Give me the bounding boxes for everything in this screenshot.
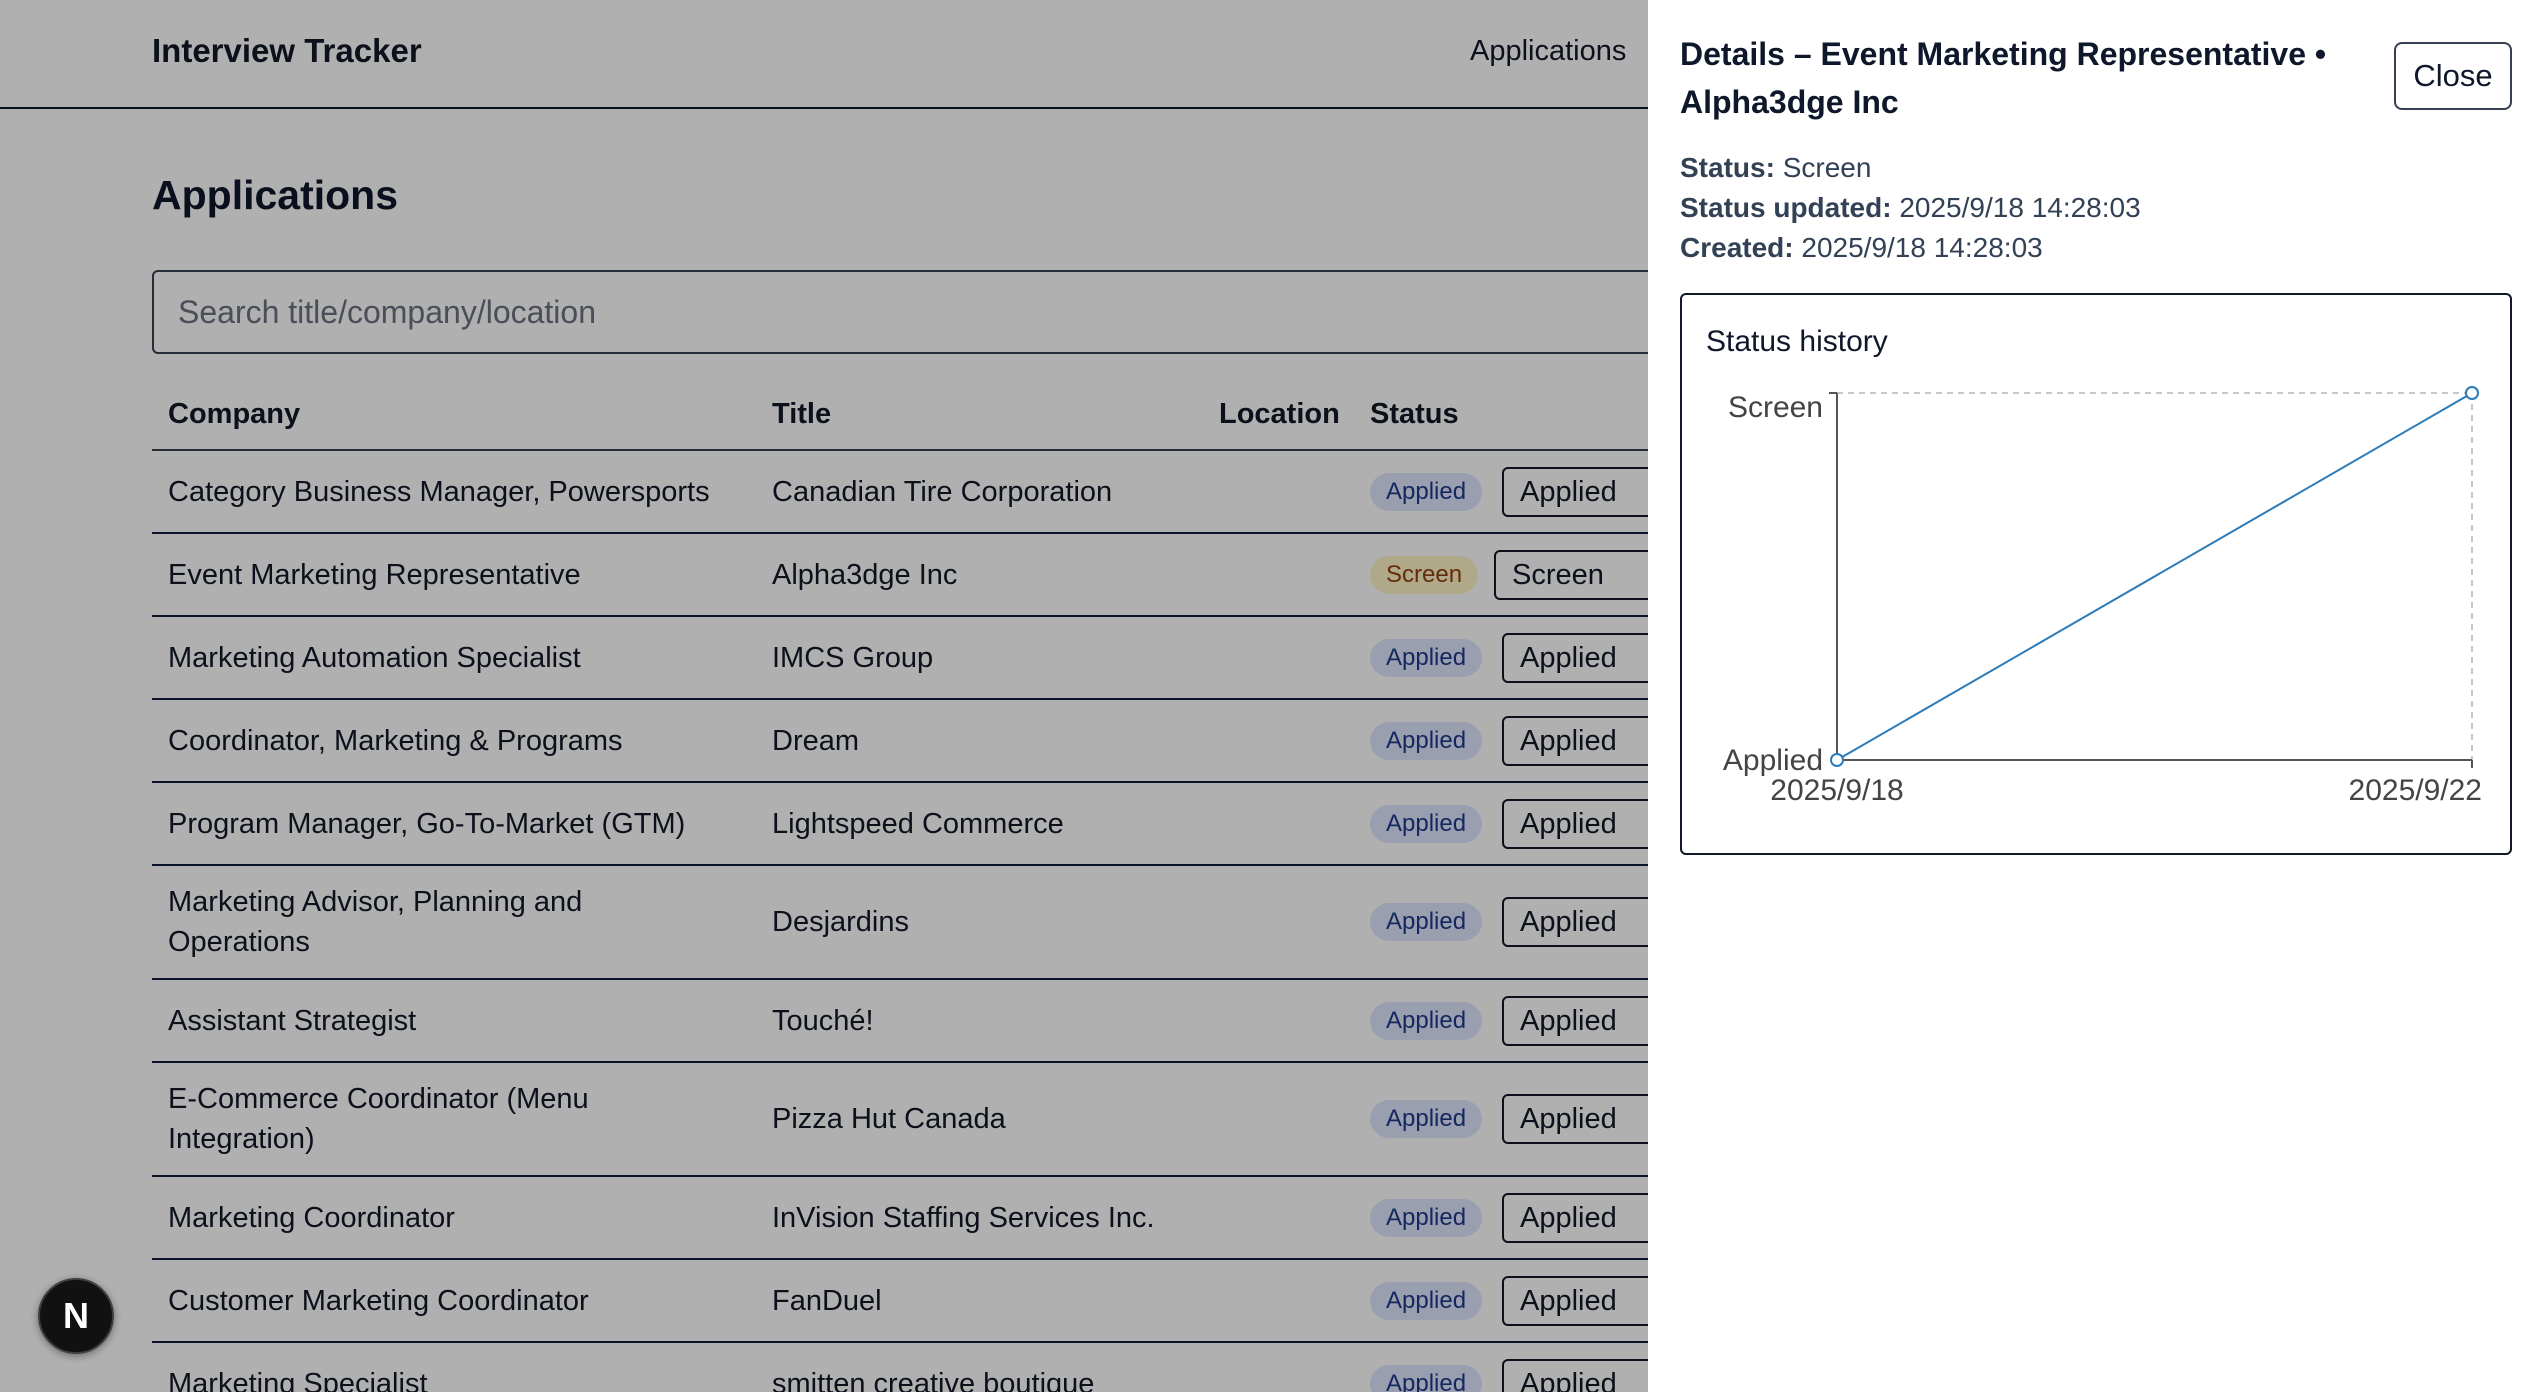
created-value: 2025/9/18 14:28:03 bbox=[1801, 232, 2043, 263]
x-tick-label: 2025/9/22 bbox=[2349, 774, 2482, 807]
status-history-chart: Applied Screen 2025/9/18 2025/9/22 bbox=[1723, 386, 2482, 807]
close-button[interactable]: Close bbox=[2394, 42, 2512, 110]
status-line: Status: Screen bbox=[1680, 152, 1871, 184]
status-updated-line: Status updated: 2025/9/18 14:28:03 bbox=[1680, 192, 2141, 224]
app-root: Interview Tracker Applications Applicati… bbox=[0, 0, 2544, 1392]
status-value: Screen bbox=[1782, 152, 1872, 183]
data-point bbox=[2465, 386, 2479, 400]
status-updated-label: Status updated: bbox=[1680, 192, 1892, 223]
status-updated-value: 2025/9/18 14:28:03 bbox=[1899, 192, 2141, 223]
data-point bbox=[1830, 753, 1844, 767]
details-drawer: Details – Event Marketing Representative… bbox=[1648, 0, 2544, 1392]
y-tick-label: Screen bbox=[1728, 391, 1823, 424]
modal-backdrop[interactable] bbox=[0, 0, 1648, 1392]
created-line: Created: 2025/9/18 14:28:03 bbox=[1680, 232, 2043, 264]
y-tick-label: Applied bbox=[1723, 744, 1823, 777]
details-title: Details – Event Marketing Representative… bbox=[1680, 36, 2327, 120]
status-history-card: Status history Applied Screen 2025/9/18 202… bbox=[1680, 293, 2512, 855]
series-line bbox=[1836, 392, 2473, 761]
nextjs-dev-indicator[interactable]: N bbox=[38, 1278, 114, 1354]
status-label: Status: bbox=[1680, 152, 1775, 183]
created-label: Created: bbox=[1680, 232, 1794, 263]
x-tick-label: 2025/9/18 bbox=[1770, 774, 1903, 807]
